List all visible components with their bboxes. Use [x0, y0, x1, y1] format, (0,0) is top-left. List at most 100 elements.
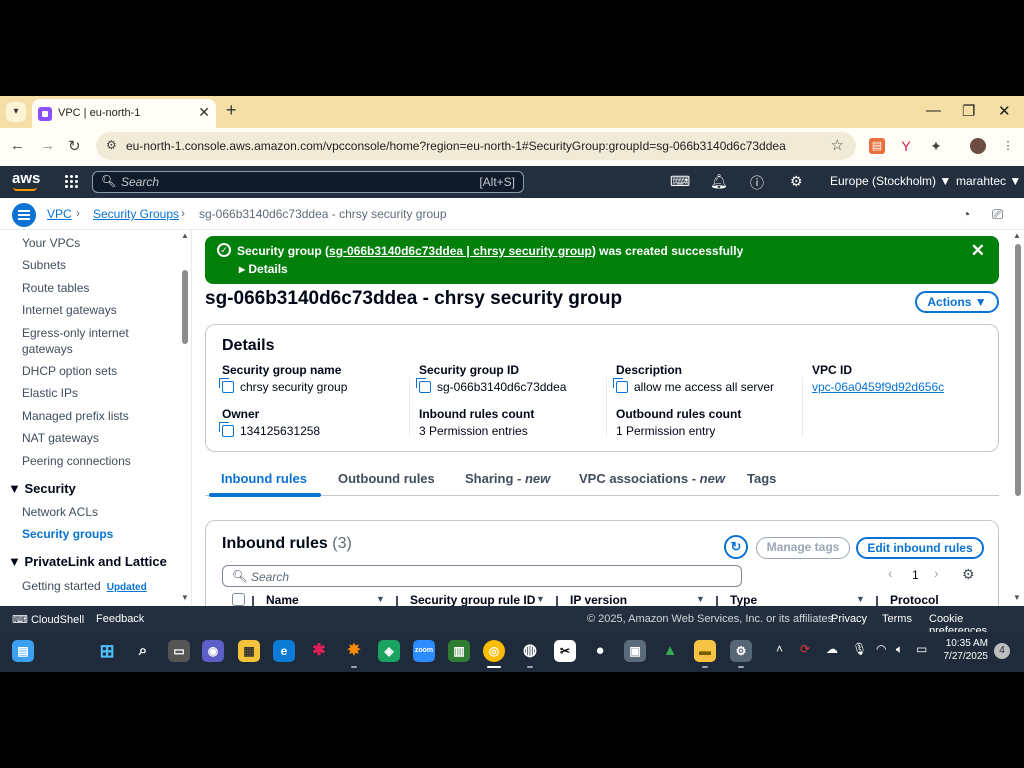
restore-window-icon[interactable]: ❐	[962, 102, 975, 120]
sidebar-item-elastic-ips[interactable]: Elastic IPs	[22, 385, 172, 401]
scroll-down-arrow-icon[interactable]: ▼	[1013, 593, 1021, 602]
url-text[interactable]: eu-north-1.console.aws.amazon.com/vpccon…	[126, 139, 786, 153]
photos-icon[interactable]: ▣	[624, 640, 646, 662]
store-icon[interactable]: ▦	[238, 640, 260, 662]
close-icon[interactable]: ✕	[971, 241, 985, 261]
file-explorer-icon[interactable]: ▬	[694, 640, 716, 662]
extensions-puzzle-icon[interactable]: ✦	[928, 138, 944, 154]
excel-icon[interactable]: ▥	[448, 640, 470, 662]
display-settings-icon[interactable]: ⎚	[992, 206, 1003, 223]
sidebar-item-route-tables[interactable]: Route tables	[22, 280, 172, 296]
address-bar[interactable]: ⚙ eu-north-1.console.aws.amazon.com/vpcc…	[96, 132, 856, 160]
main-scrollbar[interactable]	[1015, 244, 1021, 496]
sidebar-item-getting-started[interactable]: Getting started Updated	[22, 578, 172, 596]
zoom-icon[interactable]: zoom	[413, 640, 435, 662]
sidebar-item-managed-prefix-lists[interactable]: Managed prefix lists	[22, 408, 172, 424]
actions-button[interactable]: Actions ▼	[915, 291, 999, 313]
sidebar-item-subnets[interactable]: Subnets	[22, 257, 172, 273]
cloud-icon[interactable]: ☁	[826, 642, 838, 656]
sort-caret-icon[interactable]: ▼	[536, 594, 545, 604]
scroll-up-arrow-icon[interactable]: ▲	[181, 231, 189, 240]
clock[interactable]: 10:35 AM 7/27/2025	[938, 637, 989, 663]
forward-arrow-icon[interactable]: →	[40, 137, 55, 154]
teams-icon[interactable]: ◉	[202, 640, 224, 662]
widgets-icon[interactable]: ▤	[12, 640, 34, 662]
close-window-icon[interactable]: ✕	[998, 102, 1011, 120]
search-icon[interactable]: ⌕	[132, 640, 154, 662]
settings-gear-icon[interactable]: ⚙	[730, 640, 752, 662]
volume-icon[interactable]: 🔈︎	[896, 642, 903, 657]
wifi-icon[interactable]: ◠	[876, 642, 886, 656]
browser-tab-vpc[interactable]: VPC | eu-north-1 ✕	[32, 99, 216, 128]
vpc-id-link[interactable]: vpc-06a0459f9d92d656c	[812, 380, 944, 394]
extension-2-icon[interactable]: Y	[898, 138, 914, 154]
microphone-icon[interactable]: 🎙︎	[852, 642, 867, 656]
next-page-icon[interactable]: ›	[934, 565, 939, 581]
cloudshell-footer-button[interactable]: ⌨ CloudShell	[12, 613, 84, 626]
extension-1-icon[interactable]: ▤	[869, 138, 885, 154]
rules-search-input[interactable]: 🔍︎ Search	[222, 565, 742, 587]
notifications-bell-icon[interactable]: 🔔︎	[710, 173, 728, 190]
back-arrow-icon[interactable]: ←	[10, 137, 25, 154]
sidebar-item-network-acls[interactable]: Network ACLs	[22, 504, 172, 520]
sidebar-section-security[interactable]: ▼ Security	[8, 481, 76, 496]
capcut-icon[interactable]: ✂	[554, 640, 576, 662]
help-icon[interactable]: ⓘ	[750, 173, 764, 193]
tab-sharing[interactable]: Sharing - new	[465, 471, 550, 486]
account-menu[interactable]: marahtec ▼	[956, 174, 1021, 188]
aws-logo[interactable]: aws	[12, 170, 40, 187]
services-grid-icon[interactable]	[64, 174, 78, 188]
sidebar-item-dhcp-option-sets[interactable]: DHCP option sets	[22, 363, 172, 379]
aws-search-input[interactable]: 🔍︎ Search [Alt+S]	[92, 171, 524, 193]
sidebar-item-peering-connections[interactable]: Peering connections	[22, 453, 172, 469]
copy-icon[interactable]	[219, 378, 234, 393]
tab-tags[interactable]: Tags	[747, 471, 776, 486]
sidebar-section-privatelink[interactable]: ▼ PrivateLink and Lattice	[8, 554, 167, 569]
close-tab-icon[interactable]: ✕	[198, 104, 210, 121]
slack-icon[interactable]: ✱	[308, 640, 330, 662]
profile-avatar[interactable]	[970, 138, 986, 154]
scroll-up-arrow-icon[interactable]: ▲	[1013, 231, 1021, 240]
history-icon[interactable]: ◔	[962, 206, 970, 222]
settings-gear-icon[interactable]: ⚙	[790, 173, 803, 190]
refresh-button[interactable]: ↻	[724, 535, 748, 559]
sidebar-item-internet-gateways[interactable]: Internet gateways	[22, 302, 172, 318]
chevron-up-icon[interactable]: ˄	[776, 642, 783, 656]
notification-count-badge[interactable]: 4	[994, 643, 1010, 659]
side-nav-toggle-icon[interactable]	[12, 203, 36, 227]
sidebar-item-security-groups[interactable]: Security groups	[22, 526, 172, 542]
new-tab-button[interactable]: +	[226, 100, 237, 121]
flash-details-toggle[interactable]: ▸ Details	[239, 262, 288, 276]
battery-icon[interactable]: ▭	[916, 642, 927, 656]
minimize-window-icon[interactable]: —	[926, 102, 941, 119]
sidebar-item-nat-gateways[interactable]: NAT gateways	[22, 430, 172, 446]
cloudshell-icon[interactable]: ⌨	[670, 173, 690, 190]
manage-tags-button[interactable]: Manage tags	[756, 537, 850, 559]
copy-icon[interactable]	[613, 378, 628, 393]
google-drive-icon[interactable]: ▲	[659, 640, 681, 662]
task-view-icon[interactable]: ▭	[168, 640, 190, 662]
preferences-gear-icon[interactable]: ⚙	[962, 566, 975, 583]
reload-icon[interactable]: ↻	[68, 137, 81, 155]
sort-caret-icon[interactable]: ▼	[696, 594, 705, 604]
tab-outbound-rules[interactable]: Outbound rules	[338, 471, 435, 486]
tab-search-dropdown[interactable]: ▾	[6, 102, 26, 122]
column-header-rule-id[interactable]: Security group rule ID	[410, 593, 535, 606]
column-header-protocol[interactable]: Protocol	[890, 593, 939, 606]
privacy-link[interactable]: Privacy	[831, 613, 867, 625]
feedback-link[interactable]: Feedback	[96, 613, 144, 625]
sort-caret-icon[interactable]: ▼	[856, 594, 865, 604]
tab-vpc-associations[interactable]: VPC associations - new	[579, 471, 725, 486]
flash-sg-link[interactable]: sg-066b3140d6c73ddea | chrsy security gr…	[329, 244, 592, 258]
edit-inbound-rules-button[interactable]: Edit inbound rules	[856, 537, 984, 559]
app-star-icon[interactable]: ✸	[343, 640, 365, 662]
breadcrumb-vpc[interactable]: VPC	[47, 207, 72, 221]
page-number[interactable]: 1	[912, 568, 919, 582]
sync-icon[interactable]: ⟳	[800, 642, 810, 656]
site-info-icon[interactable]: ⚙	[106, 138, 117, 152]
column-header-name[interactable]: Name	[266, 593, 299, 606]
sidebar-item-egress-only-gateways[interactable]: Egress-only internet gateways	[22, 325, 140, 357]
edge-icon[interactable]: e	[273, 640, 295, 662]
sort-caret-icon[interactable]: ▼	[376, 594, 385, 604]
copy-icon[interactable]	[416, 378, 431, 393]
